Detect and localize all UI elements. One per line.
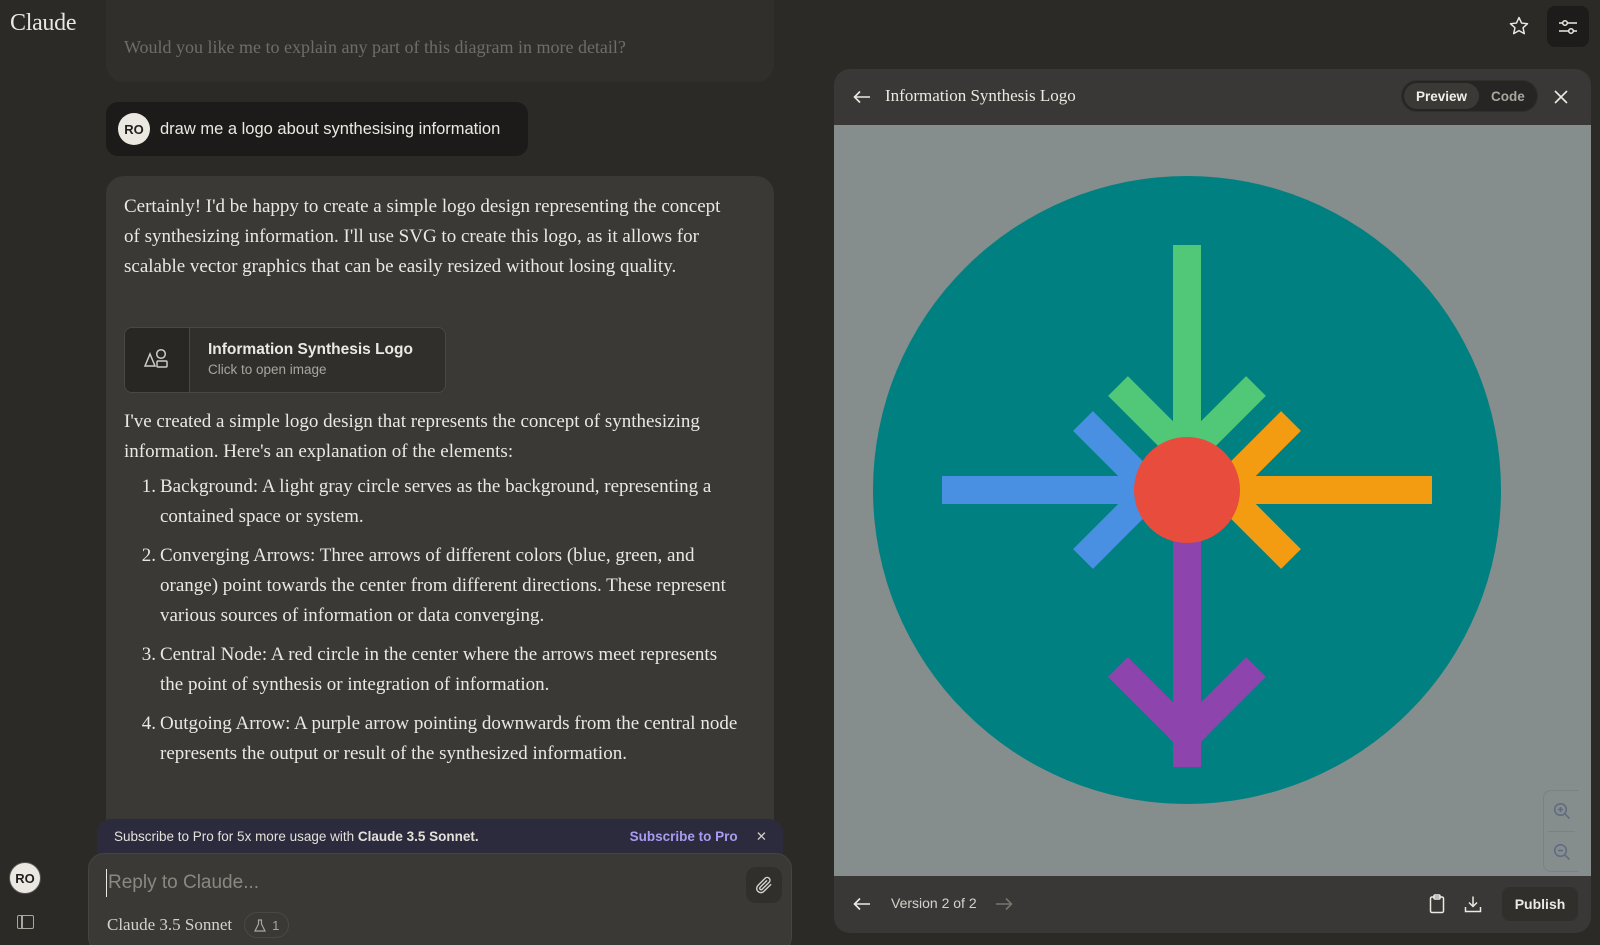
reply-composer: Claude 3.5 Sonnet 1 xyxy=(88,853,792,945)
view-toggle: Preview Code xyxy=(1401,80,1538,112)
tab-preview[interactable]: Preview xyxy=(1404,83,1480,109)
center-node xyxy=(1134,437,1240,543)
star-button[interactable] xyxy=(1506,13,1532,39)
list-item-text: Central Node: A red circle in the center… xyxy=(160,644,718,695)
user-message-text: draw me a logo about synthesising inform… xyxy=(160,119,501,138)
publish-button[interactable]: Publish xyxy=(1502,887,1578,921)
arrow-left-icon xyxy=(853,90,870,104)
list-item-number: 4. xyxy=(141,713,156,734)
sidebar-icon[interactable] xyxy=(17,915,34,929)
star-icon xyxy=(1509,16,1529,35)
list-item: 3. Central Node: A red circle in the cent… xyxy=(124,640,744,700)
subscribe-text-prefix: Subscribe to Pro for 5x more usage with xyxy=(114,829,358,844)
zoom-controls xyxy=(1543,790,1579,872)
previous-message-text: Would you like me to explain any part of… xyxy=(124,37,626,57)
artifact-panel-header: Information Synthesis Logo Preview Code xyxy=(834,69,1591,125)
feature-badge[interactable]: 1 xyxy=(244,912,290,938)
back-button[interactable] xyxy=(850,85,874,109)
next-version-button[interactable] xyxy=(992,892,1016,916)
user-message: RO draw me a logo about synthesising inf… xyxy=(106,102,529,156)
subscribe-text-model: Claude 3.5 Sonnet. xyxy=(357,829,479,844)
artifact-card-icon-box xyxy=(125,328,190,392)
shapes-icon xyxy=(144,348,168,368)
flask-icon xyxy=(254,918,267,932)
settings-button[interactable] xyxy=(1547,6,1589,47)
zoom-out-button[interactable] xyxy=(1544,832,1579,872)
assistant-intro: Certainly! I'd be happy to create a simp… xyxy=(124,196,721,277)
previous-assistant-message: Would you like me to explain any part of… xyxy=(106,0,774,82)
artifact-title: Information Synthesis Logo xyxy=(885,86,1076,105)
feature-badge-count: 1 xyxy=(272,917,280,933)
list-item: 2. Converging Arrows: Three arrows of dif… xyxy=(124,541,744,631)
list-item-text: Outgoing Arrow: A purple arrow pointing … xyxy=(160,713,738,764)
attach-button[interactable] xyxy=(746,867,782,903)
list-item-number: 3. xyxy=(141,644,156,665)
logo-image xyxy=(834,125,1591,876)
artifact-card-title: Information Synthesis Logo xyxy=(208,341,413,358)
artifact-panel-footer: Version 2 of 2 Publish xyxy=(834,876,1591,933)
user-message-avatar: RO xyxy=(118,113,150,145)
subscribe-to-pro-link[interactable]: Subscribe to Pro xyxy=(630,829,738,844)
artifact-card[interactable]: Information Synthesis Logo Click to open… xyxy=(124,327,446,393)
assistant-explanation-intro: I've created a simple logo design that r… xyxy=(124,411,700,462)
assistant-message: Certainly! I'd be happy to create a simp… xyxy=(106,176,774,876)
zoom-in-icon xyxy=(1553,802,1570,820)
list-item-number: 1. xyxy=(141,476,156,497)
close-icon[interactable]: ✕ xyxy=(756,829,767,845)
artifact-preview xyxy=(834,125,1591,876)
list-item-text: Converging Arrows: Three arrows of diffe… xyxy=(160,545,726,626)
previous-version-button[interactable] xyxy=(850,892,874,916)
zoom-in-button[interactable] xyxy=(1544,791,1579,831)
arrow-right-icon xyxy=(996,897,1013,911)
copy-button[interactable] xyxy=(1424,891,1450,917)
list-item: 4. Outgoing Arrow: A purple arrow pointin… xyxy=(124,709,744,769)
zoom-out-icon xyxy=(1553,843,1570,861)
list-item: 1. Background: A light gray circle serves… xyxy=(124,472,744,532)
model-selector[interactable]: Claude 3.5 Sonnet xyxy=(107,915,232,935)
tab-code[interactable]: Code xyxy=(1479,83,1537,109)
arrow-left-icon xyxy=(853,897,870,911)
version-label: Version 2 of 2 xyxy=(891,895,977,911)
reply-input[interactable] xyxy=(106,869,706,897)
user-avatar[interactable]: RO xyxy=(9,862,41,894)
list-item-text: Background: A light gray circle serves a… xyxy=(160,476,712,527)
artifact-panel: Information Synthesis Logo Preview Code xyxy=(834,69,1591,933)
artifact-card-subtitle: Click to open image xyxy=(208,362,327,377)
clipboard-icon xyxy=(1429,894,1445,914)
download-button[interactable] xyxy=(1460,891,1486,917)
sliders-icon xyxy=(1559,19,1577,34)
close-icon xyxy=(1554,90,1568,104)
explanation-list: 1. Background: A light gray circle serves… xyxy=(124,472,744,778)
paperclip-icon xyxy=(755,876,772,894)
brand-logo[interactable]: Claude xyxy=(10,10,76,37)
list-item-number: 2. xyxy=(141,545,156,566)
download-icon xyxy=(1464,896,1482,913)
close-panel-button[interactable] xyxy=(1550,86,1572,108)
